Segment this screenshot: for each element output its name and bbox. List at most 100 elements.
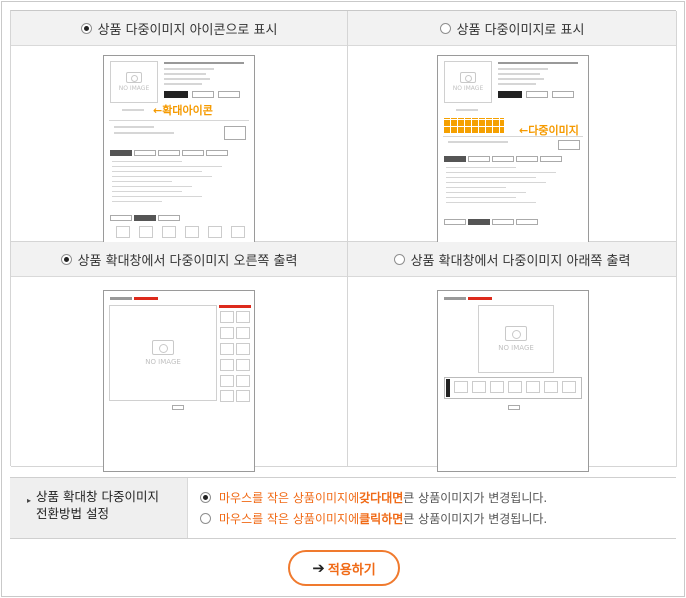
option-cell-zoom-right: 상품 확대창에서 다중이미지 오른쪽 출력 NO IMAGE (11, 242, 348, 472)
detail-tab (516, 156, 538, 162)
click-text-2: 큰 상품이미지가 변경됩니다. (403, 511, 548, 526)
cart-button (192, 91, 214, 98)
multi-image-thumb (544, 381, 558, 393)
setting-label-line1: 상품 확대창 다중이미지 (36, 489, 159, 504)
large-image: NO IMAGE (478, 305, 554, 373)
multi-image-thumb (220, 311, 234, 323)
multi-image-strip (444, 118, 504, 133)
option-zoom-below[interactable]: 상품 확대창에서 다중이미지 아래쪽 출력 (348, 242, 676, 277)
text-line (446, 167, 516, 168)
text-line (112, 186, 192, 187)
detail-tab (134, 150, 156, 156)
text-line (446, 172, 556, 173)
radio-button[interactable] (200, 491, 211, 503)
multi-image-thumb (236, 390, 250, 402)
no-image-label: NO IMAGE (498, 344, 534, 352)
window-subtitle (468, 297, 492, 300)
info-line (114, 132, 174, 134)
window-title (444, 297, 466, 300)
option-cell-image-display: 상품 다중이미지로 표시 NO IMAGE ←다중이미지 (348, 11, 677, 245)
zoom-link (122, 109, 144, 111)
detail-tab (540, 156, 562, 162)
option-click[interactable]: 마우스를 작은 상품이미지에 클릭하면 큰 상품이미지가 변경됩니다. (200, 510, 547, 526)
detail-tab (158, 150, 180, 156)
info-line (164, 83, 202, 85)
multi-image-thumb (236, 343, 250, 355)
no-image-label: NO IMAGE (452, 85, 484, 92)
detail-tab (468, 219, 490, 225)
option-image-display[interactable]: 상품 다중이미지로 표시 (348, 11, 676, 46)
info-line (448, 141, 508, 143)
info-line (164, 73, 206, 75)
multi-image-thumb (454, 381, 468, 393)
apply-button[interactable]: ➔ 적용하기 (288, 550, 400, 586)
radio-button[interactable] (80, 22, 92, 34)
no-image-label: NO IMAGE (145, 358, 181, 366)
detail-tab (444, 156, 466, 162)
text-line (446, 182, 546, 183)
radio-button[interactable] (60, 253, 72, 265)
detail-tab (134, 215, 156, 221)
info-line (498, 83, 536, 85)
related-product-thumb (139, 226, 153, 238)
radio-button[interactable] (393, 253, 405, 265)
text-line (112, 171, 202, 172)
option-zoom-right[interactable]: 상품 확대창에서 다중이미지 오른쪽 출력 (11, 242, 347, 277)
product-title (164, 62, 244, 64)
preview-zoom-below: NO IMAGE (437, 290, 589, 472)
multi-image-thumb (236, 375, 250, 387)
detail-tab (468, 156, 490, 162)
related-product-thumb (231, 226, 245, 238)
radio-button[interactable] (200, 512, 211, 524)
preview-zoom-right: NO IMAGE (103, 290, 255, 472)
click-emphasis: 클릭하면 (359, 511, 404, 526)
multi-image-thumb (508, 381, 522, 393)
text-line (112, 161, 182, 162)
hover-emphasis: 갖다대면 (359, 490, 404, 505)
detail-tab (492, 156, 514, 162)
related-product-thumb (162, 226, 176, 238)
text-line (112, 176, 212, 177)
option-label: 상품 확대창에서 다중이미지 아래쪽 출력 (410, 253, 631, 269)
radio-button[interactable] (439, 22, 451, 34)
text-line (446, 187, 506, 188)
switch-method-setting: ▸ 상품 확대창 다중이미지 전환방법 설정 마우스를 작은 상품이미지에 갖다… (10, 477, 676, 539)
text-line (112, 196, 202, 197)
hover-text-2: 큰 상품이미지가 변경됩니다. (403, 490, 548, 505)
info-line (114, 126, 154, 128)
option-hover[interactable]: 마우스를 작은 상품이미지에 갖다대면 큰 상품이미지가 변경됩니다. (200, 489, 547, 505)
window-header-bar (219, 305, 251, 308)
camera-icon (126, 72, 142, 83)
window-title (110, 297, 132, 300)
option-cell-icon-display: 상품 다중이미지 아이콘으로 표시 NO IMAGE ←확대아이콘 (11, 11, 348, 245)
option-cell-zoom-below: 상품 확대창에서 다중이미지 아래쪽 출력 NO IMAGE (348, 242, 677, 472)
info-line (164, 78, 210, 80)
option-label: 상품 다중이미지 아이콘으로 표시 (97, 22, 278, 38)
detail-tab (158, 215, 180, 221)
hover-text-1: 마우스를 작은 상품이미지에 (219, 490, 360, 505)
text-line (446, 192, 526, 193)
option-icon-display[interactable]: 상품 다중이미지 아이콘으로 표시 (11, 11, 347, 46)
detail-tab (444, 219, 466, 225)
strip-left-arrow (446, 379, 450, 397)
text-line (112, 191, 182, 192)
divider (109, 120, 249, 121)
close-button (172, 405, 184, 410)
detail-tab (206, 150, 228, 156)
no-image-placeholder: NO IMAGE (110, 61, 158, 103)
option-box (224, 126, 246, 140)
info-line (498, 68, 548, 70)
text-line (112, 181, 172, 182)
arrow-right-icon: ➔ (312, 559, 325, 577)
multi-image-thumb (236, 327, 250, 339)
multi-image-thumb (220, 343, 234, 355)
multi-image-thumb (472, 381, 486, 393)
detail-tab (516, 219, 538, 225)
multi-image-thumb (526, 381, 540, 393)
cart-button (526, 91, 548, 98)
setting-label-line2: 전환방법 설정 (36, 506, 109, 521)
multi-image-thumb (220, 375, 234, 387)
window-subtitle (134, 297, 158, 300)
text-line (112, 201, 162, 202)
close-button (508, 405, 520, 410)
